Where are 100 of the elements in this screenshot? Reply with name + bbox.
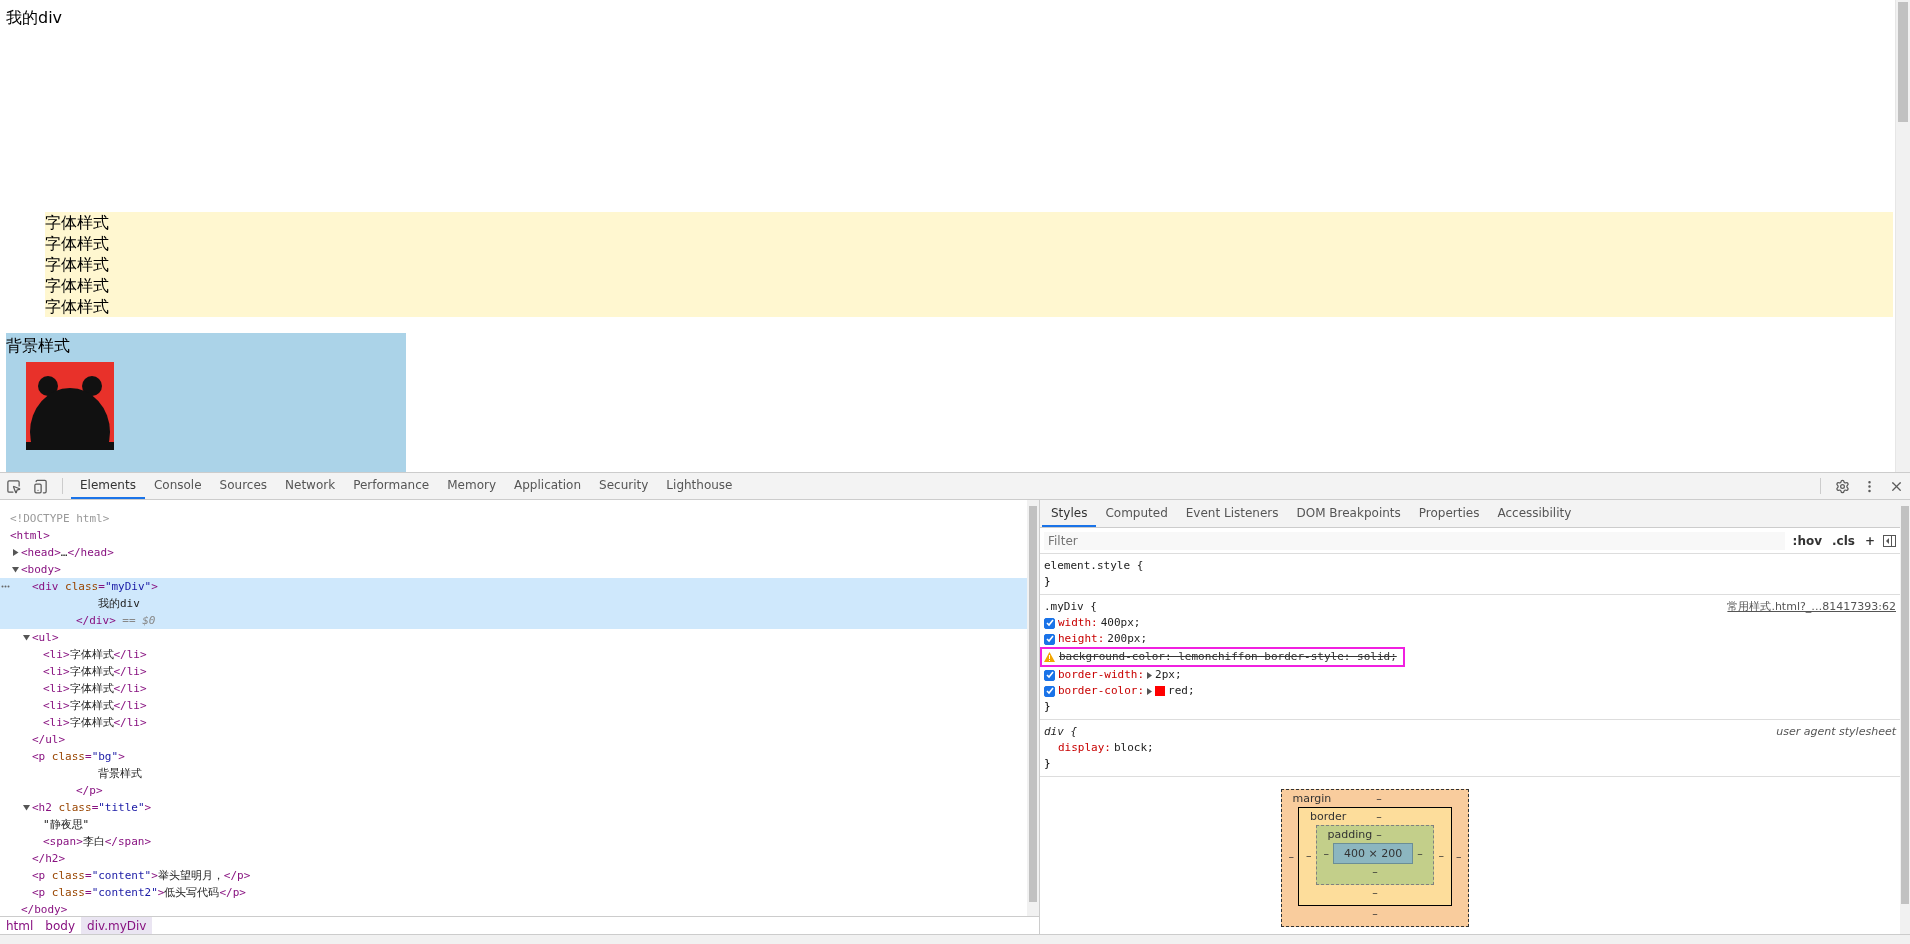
property-value[interactable]: red; — [1168, 683, 1195, 699]
box-value: – — [1416, 847, 1424, 860]
sidebar-tab[interactable]: Event Listeners — [1176, 500, 1288, 527]
box-value: – — [1375, 828, 1383, 841]
box-value: – — [1375, 810, 1383, 823]
css-selector: .myDiv { — [1044, 599, 1097, 615]
devtools-tab[interactable]: Elements — [71, 473, 145, 499]
checkbox[interactable] — [1044, 633, 1055, 645]
code-line[interactable]: <li>字体样式</li> — [0, 697, 1027, 714]
property-value[interactable]: 2px; — [1155, 667, 1182, 683]
filter-option[interactable]: :hov — [1790, 533, 1824, 548]
devtools-tab[interactable]: Lighthouse — [657, 473, 742, 499]
closing-brace: } — [1044, 575, 1051, 588]
breadcrumb[interactable]: div.myDiv — [81, 917, 153, 934]
code-line[interactable]: <html> — [0, 527, 1027, 544]
checkbox[interactable] — [1044, 617, 1055, 629]
property-name[interactable]: border-color: — [1058, 683, 1145, 699]
list-item: 字体样式 — [45, 296, 110, 317]
scrollbar[interactable] — [1900, 500, 1910, 934]
devtools-tab[interactable]: Application — [505, 473, 591, 499]
filter-field[interactable]: Filter — [1044, 531, 1785, 550]
box-value: – — [1375, 792, 1383, 805]
box-value: – — [1322, 847, 1331, 860]
code-line[interactable]: <p class="content">举头望明月，</p> — [0, 867, 1027, 884]
checkbox[interactable] — [1044, 685, 1055, 697]
devtools-tab[interactable]: Security — [590, 473, 658, 499]
sidebar-tab[interactable]: Styles — [1042, 500, 1097, 527]
code-line[interactable]: <p class="bg"> — [0, 748, 1027, 765]
property-value[interactable]: 200px; — [1107, 631, 1148, 647]
sidebar-tab[interactable]: Properties — [1409, 500, 1489, 527]
color-swatch[interactable] — [1155, 686, 1166, 696]
code-line[interactable]: </ul> — [0, 731, 1027, 748]
collapsed-triangle-icon[interactable] — [12, 549, 19, 556]
code-line[interactable]: <li>字体样式</li> — [0, 714, 1027, 731]
warning-icon — [1044, 652, 1055, 662]
code-line[interactable]: <span>李白</span> — [0, 833, 1027, 850]
list-item: 字体样式 — [45, 233, 110, 254]
devtools-tab[interactable]: Performance — [344, 473, 439, 499]
filter-option[interactable]: .cls — [1830, 533, 1857, 548]
box-value: – — [1372, 886, 1378, 899]
property-name[interactable]: height: — [1058, 631, 1105, 647]
breadcrumb[interactable]: html — [0, 917, 40, 934]
code-line[interactable]: <body> — [0, 561, 1027, 578]
sidebar-toggle-icon[interactable] — [1883, 534, 1896, 547]
expanded-triangle-icon[interactable] — [23, 634, 30, 641]
box-value: – — [1454, 850, 1463, 863]
breadcrumb[interactable]: body — [39, 917, 82, 934]
page-scrollbar[interactable] — [1895, 0, 1910, 472]
sidebar-tab[interactable]: Accessibility — [1488, 500, 1581, 527]
text-node-line[interactable]: "静夜思" — [0, 816, 1027, 833]
code-line[interactable]: <ul> — [0, 629, 1027, 646]
content-size: 400 × 200 — [1333, 843, 1414, 864]
code-line[interactable]: </p> — [0, 782, 1027, 799]
expand-triangle-icon[interactable] — [1147, 687, 1153, 695]
property-name[interactable]: width: — [1058, 615, 1098, 631]
page-heading: 我的div — [6, 8, 63, 27]
code-line[interactable]: <li>字体样式</li> — [0, 680, 1027, 697]
invalid-declaration[interactable]: background-color: lemonchiffon border-style: solid; — [1040, 647, 1405, 667]
code-line[interactable]: <li>字体样式</li> — [0, 646, 1027, 663]
devtools-tab[interactable]: Sources — [210, 473, 277, 499]
css-selector: element.style { — [1044, 558, 1144, 574]
source-label: user agent stylesheet — [1776, 724, 1896, 740]
property-name[interactable]: border-width: — [1058, 667, 1145, 683]
property-value[interactable]: 400px; — [1100, 615, 1141, 631]
property-name[interactable]: display: — [1058, 740, 1111, 756]
expanded-triangle-icon[interactable] — [23, 804, 30, 811]
box-value: – — [1305, 848, 1313, 862]
source-link[interactable]: 常用样式.html?_…81417393:62 — [1727, 599, 1896, 615]
scrollbar[interactable] — [1027, 500, 1039, 916]
code-line[interactable]: <head>…</head> — [0, 544, 1027, 561]
sidebar-tab[interactable]: Computed — [1096, 500, 1177, 527]
code-line[interactable]: </h2> — [0, 850, 1027, 867]
code-line[interactable]: </body> — [0, 901, 1027, 916]
devtools-tab[interactable]: Memory — [438, 473, 505, 499]
box-value: – — [1437, 848, 1445, 862]
box-label: margin — [1292, 792, 1333, 805]
box-value: – — [1372, 907, 1378, 920]
list-item: 字体样式 — [45, 212, 110, 233]
property-value[interactable]: block; — [1114, 740, 1154, 756]
filter-option[interactable]: + — [1862, 533, 1877, 548]
sidebar-tab[interactable]: DOM Breakpoints — [1287, 500, 1410, 527]
more-icon[interactable] — [1, 585, 10, 588]
code-line[interactable]: <p class="content2">低头写代码</p> — [0, 884, 1027, 901]
closing-brace: } — [1044, 700, 1051, 713]
devtools-tab[interactable]: Network — [276, 473, 345, 499]
box-value: – — [1287, 850, 1296, 863]
closing-brace: } — [1044, 757, 1051, 770]
paragraph-text: 背景样式 — [6, 335, 71, 356]
text-node-line[interactable]: 背景样式 — [0, 765, 1027, 782]
expanded-triangle-icon[interactable] — [12, 566, 19, 573]
code-line[interactable]: <li>字体样式</li> — [0, 663, 1027, 680]
code-line[interactable]: <h2 class="title"> — [0, 799, 1027, 816]
expand-triangle-icon[interactable] — [1147, 671, 1153, 679]
devtools-tab[interactable]: Console — [144, 473, 211, 499]
list-item: 字体样式 — [45, 254, 110, 275]
box-label: border — [1310, 810, 1348, 823]
css-selector: div { — [1044, 724, 1078, 740]
checkbox[interactable] — [1044, 669, 1055, 681]
box-value: – — [1372, 865, 1378, 878]
box-label: padding — [1327, 828, 1373, 841]
